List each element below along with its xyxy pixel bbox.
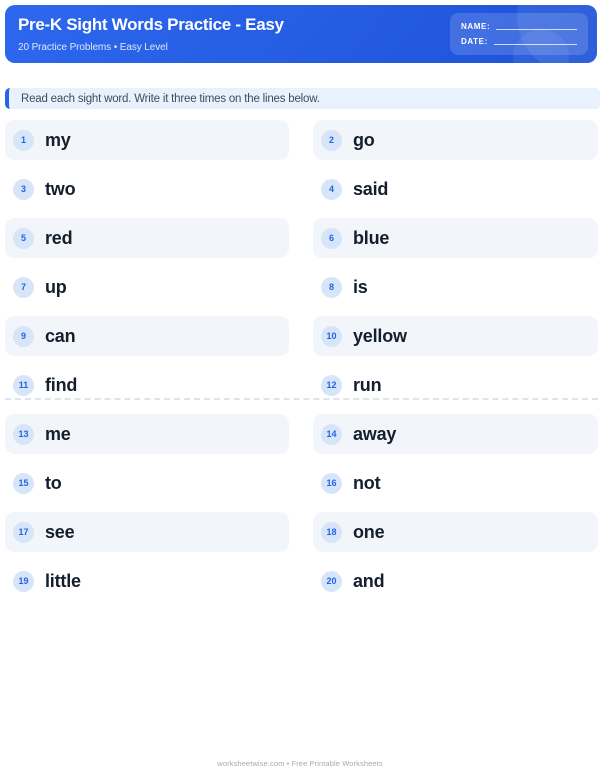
item-number-badge: 1 bbox=[13, 129, 34, 151]
word-label: away bbox=[353, 423, 397, 444]
word-item: 4 said bbox=[313, 169, 598, 209]
item-number-badge: 18 bbox=[321, 521, 342, 543]
word-label: can bbox=[45, 325, 76, 346]
word-label: go bbox=[353, 129, 375, 150]
word-item: 18 one bbox=[313, 512, 598, 552]
item-number-badge: 17 bbox=[13, 521, 34, 543]
word-item: 3 two bbox=[5, 169, 289, 209]
word-label: two bbox=[45, 178, 76, 199]
item-number-badge: 9 bbox=[13, 325, 34, 347]
word-item: 9 can bbox=[5, 316, 289, 356]
footer-credit: worksheetwise.com • Free Printable Works… bbox=[217, 759, 383, 768]
word-item: 14 away bbox=[313, 414, 598, 454]
name-date-box: NAME: DATE: bbox=[450, 13, 588, 55]
item-number-badge: 20 bbox=[321, 570, 342, 592]
page-title: Pre-K Sight Words Practice - Easy bbox=[18, 15, 284, 34]
word-label: find bbox=[45, 374, 78, 395]
date-blank-line bbox=[493, 38, 577, 45]
item-number-badge: 4 bbox=[321, 178, 342, 200]
word-item: 8 is bbox=[313, 267, 598, 307]
item-number-badge: 19 bbox=[13, 570, 34, 592]
date-label: DATE: bbox=[461, 37, 488, 46]
word-item: 17 see bbox=[5, 512, 289, 552]
word-label: yellow bbox=[353, 325, 407, 346]
date-row: DATE: bbox=[461, 37, 577, 46]
item-number-badge: 5 bbox=[13, 227, 34, 249]
word-label: and bbox=[353, 570, 385, 591]
item-number-badge: 15 bbox=[13, 472, 34, 494]
name-label: NAME: bbox=[461, 22, 491, 31]
word-item: 20 and bbox=[313, 561, 598, 601]
word-grid: 1 my 2 go 3 two 4 said 5 red 6 blue 7 up… bbox=[5, 120, 598, 601]
word-item: 2 go bbox=[313, 120, 598, 160]
page-subtitle: 20 Practice Problems • Easy Level bbox=[18, 42, 168, 53]
worksheet-header: Pre-K Sight Words Practice - Easy 20 Pra… bbox=[5, 5, 597, 63]
word-item: 15 to bbox=[5, 463, 289, 503]
word-item: 7 up bbox=[5, 267, 289, 307]
name-row: NAME: bbox=[461, 22, 577, 31]
item-number-badge: 7 bbox=[13, 276, 34, 298]
word-label: run bbox=[353, 374, 382, 395]
item-number-badge: 16 bbox=[321, 472, 342, 494]
name-blank-line bbox=[496, 23, 577, 30]
word-item: 6 blue bbox=[313, 218, 598, 258]
word-label: blue bbox=[353, 227, 390, 248]
word-item: 10 yellow bbox=[313, 316, 598, 356]
item-number-badge: 12 bbox=[321, 374, 342, 396]
item-number-badge: 13 bbox=[13, 423, 34, 445]
word-label: is bbox=[353, 276, 368, 297]
word-label: see bbox=[45, 521, 75, 542]
item-number-badge: 2 bbox=[321, 129, 342, 151]
word-label: little bbox=[45, 570, 81, 591]
item-number-badge: 3 bbox=[13, 178, 34, 200]
word-item: 1 my bbox=[5, 120, 289, 160]
item-number-badge: 11 bbox=[13, 374, 34, 396]
word-item: 11 find bbox=[5, 365, 289, 405]
item-number-badge: 6 bbox=[321, 227, 342, 249]
word-label: said bbox=[353, 178, 389, 199]
word-item: 5 red bbox=[5, 218, 289, 258]
item-number-badge: 10 bbox=[321, 325, 342, 347]
word-label: up bbox=[45, 276, 67, 297]
word-label: red bbox=[45, 227, 73, 248]
instruction-banner: Read each sight word. Write it three tim… bbox=[5, 88, 600, 109]
item-number-badge: 14 bbox=[321, 423, 342, 445]
word-item: 19 little bbox=[5, 561, 289, 601]
word-label: not bbox=[353, 472, 381, 493]
word-label: my bbox=[45, 129, 71, 150]
word-label: one bbox=[353, 521, 385, 542]
word-label: to bbox=[45, 472, 62, 493]
word-item: 12 run bbox=[313, 365, 598, 405]
item-number-badge: 8 bbox=[321, 276, 342, 298]
word-label: me bbox=[45, 423, 71, 444]
word-item: 16 not bbox=[313, 463, 598, 503]
word-item: 13 me bbox=[5, 414, 289, 454]
